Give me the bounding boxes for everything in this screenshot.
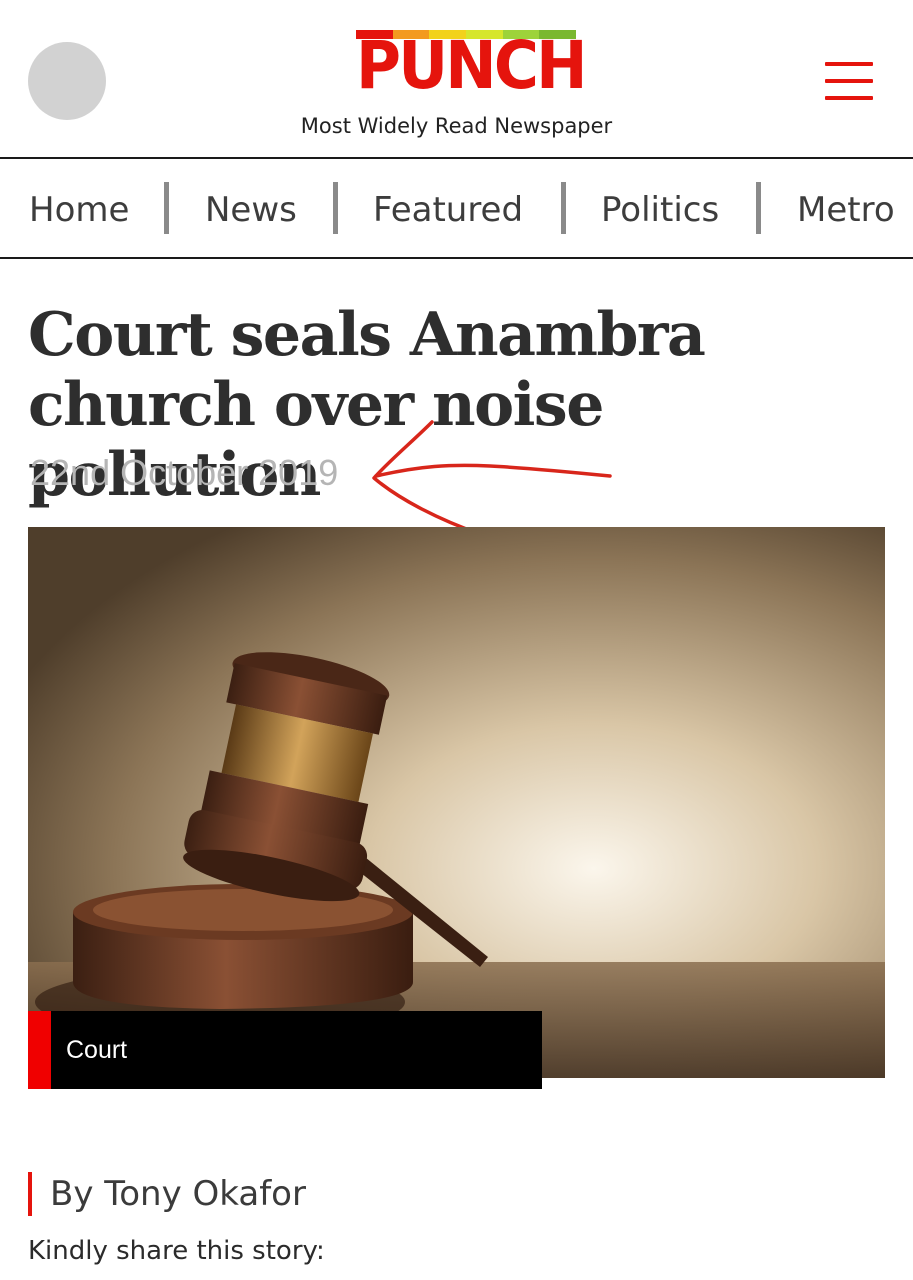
article-author: By Tony Okafor [50, 1174, 306, 1214]
nav-separator [164, 182, 169, 234]
menu-line [825, 79, 873, 83]
article-hero-image[interactable] [28, 527, 885, 1078]
user-avatar[interactable] [28, 42, 106, 120]
main-nav: Home News Featured Politics Metro [0, 160, 913, 258]
menu-line [825, 96, 873, 100]
nav-separator [333, 182, 338, 234]
byline-accent [28, 1172, 32, 1216]
nav-separator [756, 182, 761, 234]
article-date: 22nd October 2019 [30, 452, 339, 493]
menu-line [825, 62, 873, 66]
nav-item-featured[interactable]: Featured [373, 188, 523, 232]
logo-wordmark: PUNCH [356, 27, 587, 104]
nav-item-home[interactable]: Home [29, 188, 129, 232]
category-accent [28, 1011, 51, 1089]
header-divider [0, 157, 913, 159]
nav-item-metro[interactable]: Metro [797, 188, 895, 232]
nav-separator [561, 182, 566, 234]
nav-item-politics[interactable]: Politics [601, 188, 719, 232]
punch-logo[interactable]: PUNCH [356, 27, 587, 104]
category-label[interactable]: Court [28, 1011, 542, 1089]
gavel-image [28, 527, 885, 1078]
hamburger-menu-icon[interactable] [822, 58, 876, 106]
nav-divider [0, 257, 913, 259]
share-prompt: Kindly share this story: [28, 1236, 325, 1266]
nav-item-news[interactable]: News [205, 188, 297, 232]
category-text: Court [66, 1036, 128, 1064]
site-tagline: Most Widely Read Newspaper [300, 114, 613, 138]
